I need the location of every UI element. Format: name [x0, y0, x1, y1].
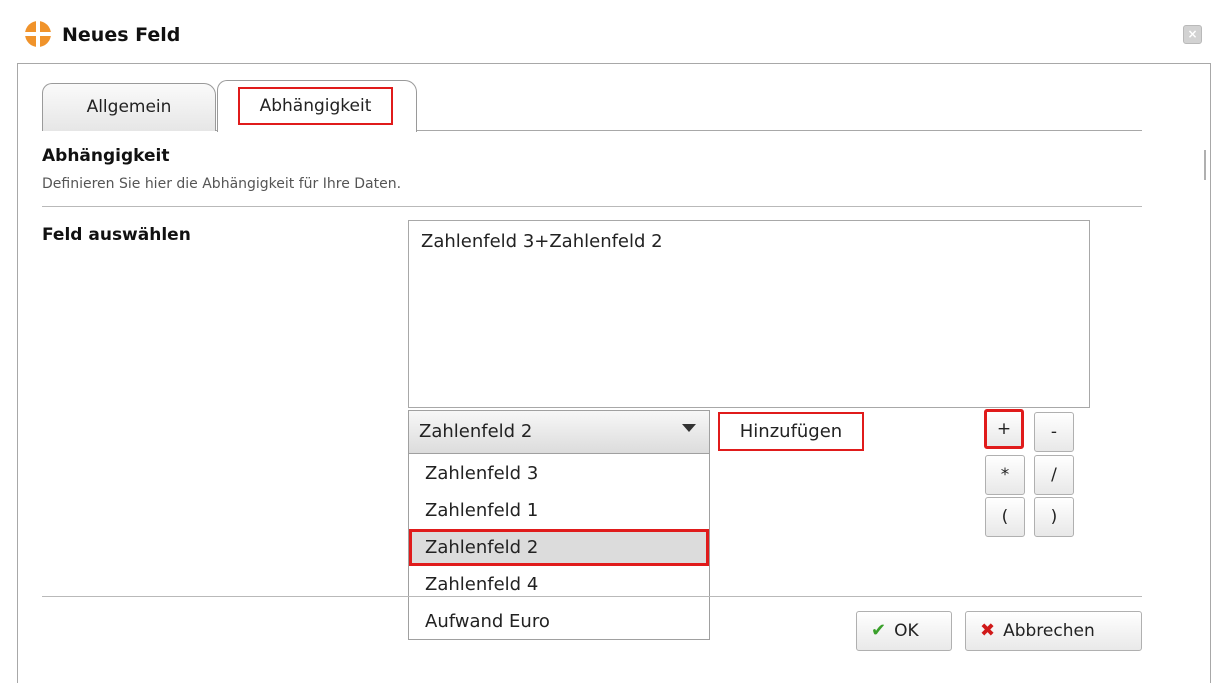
operator-open-paren-button[interactable]: (	[985, 497, 1025, 537]
add-button[interactable]: Hinzufügen	[718, 412, 864, 451]
app-logo-icon	[24, 20, 52, 48]
dropdown-option[interactable]: Zahlenfeld 1	[409, 492, 709, 529]
active-tab-gap	[218, 129, 416, 132]
formula-textarea[interactable]: Zahlenfeld 3+Zahlenfeld 2	[408, 220, 1090, 408]
scrollbar-mark	[1204, 150, 1206, 180]
operator-multiply-button[interactable]: *	[985, 455, 1025, 495]
ok-button-label: OK	[894, 621, 919, 641]
operator-plus-button[interactable]: +	[984, 409, 1024, 449]
dropdown-option[interactable]: Aufwand Euro	[409, 603, 709, 640]
section-divider	[42, 206, 1142, 207]
section-title: Abhängigkeit	[42, 146, 170, 166]
cancel-button[interactable]: ✖ Abbrechen	[965, 611, 1142, 651]
operator-minus-button[interactable]: -	[1034, 412, 1074, 452]
dialog-title: Neues Feld	[62, 24, 181, 46]
dropdown-option[interactable]: Zahlenfeld 4	[409, 566, 709, 603]
footer-divider	[42, 596, 1142, 597]
tab-allgemein[interactable]: Allgemein	[42, 83, 216, 131]
dropdown-option[interactable]: Zahlenfeld 3	[409, 455, 709, 492]
operator-close-paren-button[interactable]: )	[1034, 497, 1074, 537]
section-description: Definieren Sie hier die Abhängigkeit für…	[42, 176, 402, 192]
tab-abhaengigkeit-label[interactable]: Abhängigkeit	[238, 87, 393, 125]
close-x-icon: ✖	[980, 620, 996, 641]
operator-divide-button[interactable]: /	[1034, 455, 1074, 495]
chevron-down-icon[interactable]	[682, 424, 696, 432]
dropdown-option-selected[interactable]: Zahlenfeld 2	[409, 529, 709, 566]
checkmark-icon: ✔	[871, 620, 887, 641]
field-select-label: Feld auswählen	[42, 225, 191, 245]
cancel-button-label: Abbrechen	[1003, 621, 1095, 641]
ok-button[interactable]: ✔ OK	[856, 611, 952, 651]
field-select[interactable]: Zahlenfeld 2	[408, 410, 710, 454]
close-icon[interactable]: ×	[1183, 25, 1202, 44]
